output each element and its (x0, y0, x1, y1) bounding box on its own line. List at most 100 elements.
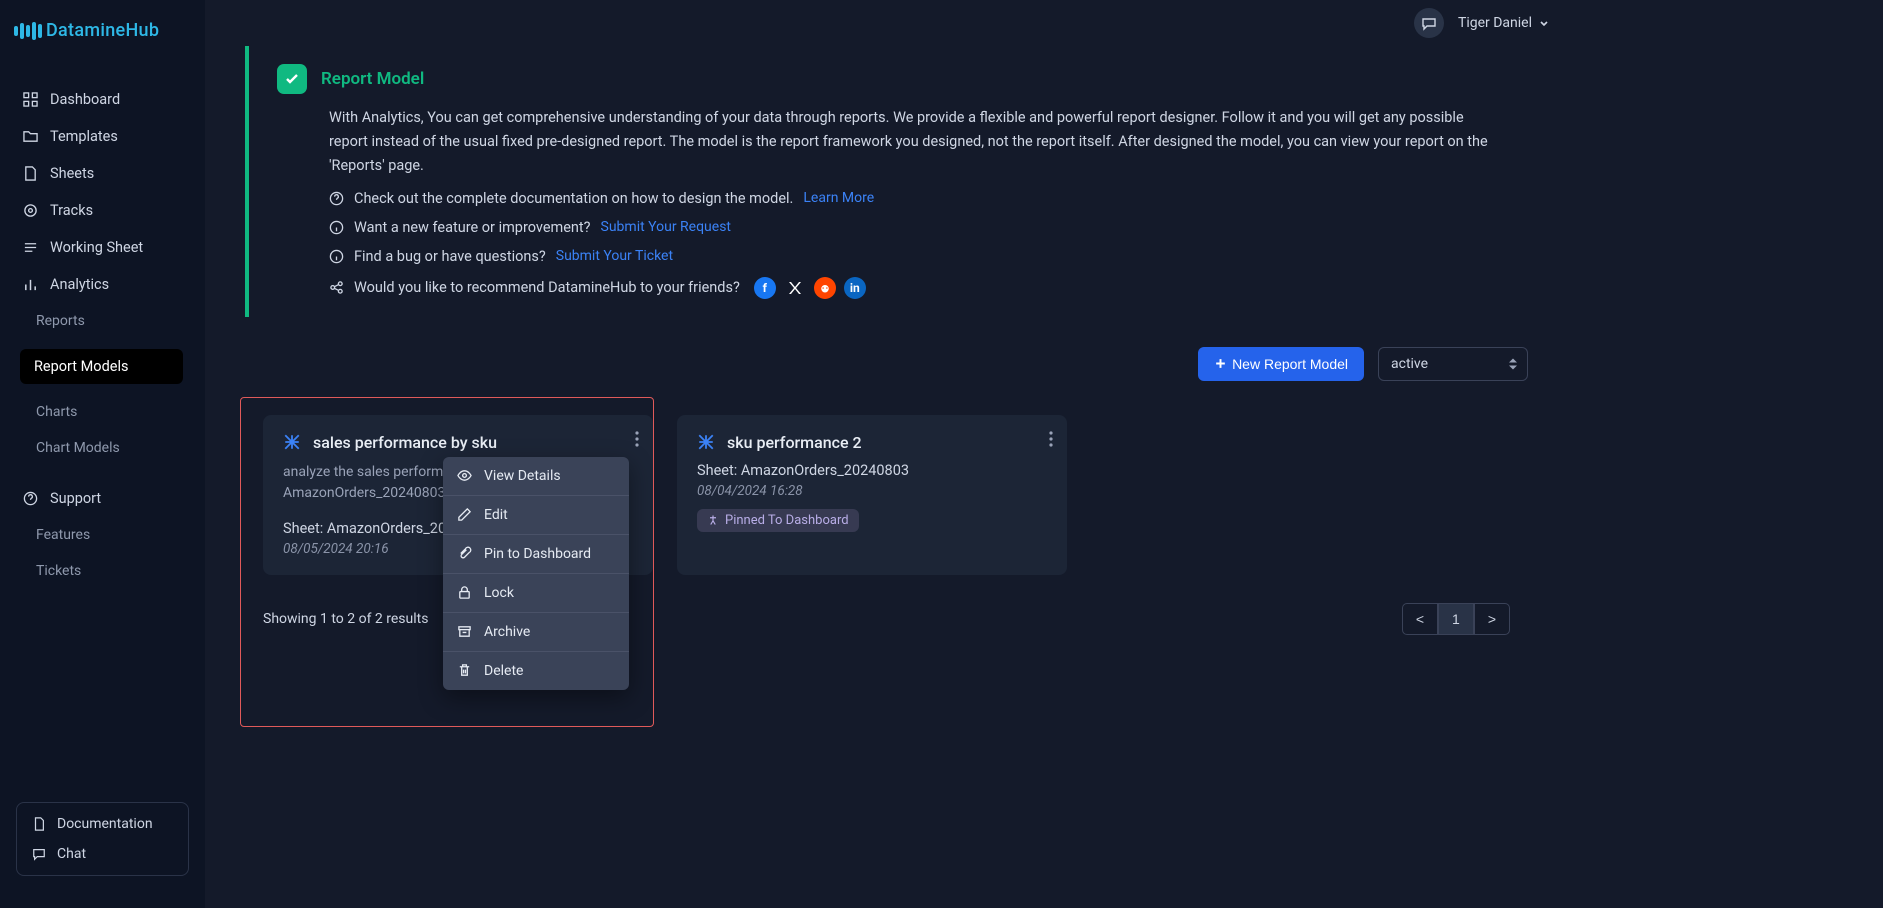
learn-more-link[interactable]: Learn More (803, 190, 874, 206)
social-row: Would you like to recommend DatamineHub … (329, 277, 1500, 299)
card-title: sales performance by sku (313, 433, 497, 452)
results-text: Showing 1 to 2 of 2 results (263, 611, 428, 627)
card-title: sku performance 2 (727, 433, 862, 452)
header: Tiger Daniel (205, 0, 1568, 46)
logo[interactable]: DatamineHub (0, 12, 205, 81)
sidebar-item-features[interactable]: Features (0, 517, 205, 553)
select-caret-icon (1509, 358, 1517, 369)
context-label: Pin to Dashboard (484, 546, 591, 562)
badge-label: Pinned To Dashboard (725, 513, 849, 528)
sidebar-item-templates[interactable]: Templates (0, 118, 205, 155)
nav-label: Working Sheet (50, 239, 143, 256)
context-label: Archive (484, 624, 530, 640)
info-description: With Analytics, You can get comprehensiv… (329, 106, 1500, 178)
context-pin[interactable]: Pin to Dashboard (443, 535, 629, 574)
chat-bubble-button[interactable] (1414, 8, 1444, 38)
submit-ticket-link[interactable]: Submit Your Ticket (556, 248, 673, 264)
chat-bubble-icon (1421, 15, 1437, 31)
context-delete[interactable]: Delete (443, 652, 629, 690)
new-report-model-button[interactable]: New Report Model (1198, 347, 1364, 381)
nav-label: Tickets (36, 563, 81, 579)
nav-label: Sheets (50, 165, 94, 182)
nav-label: Reports (36, 313, 85, 329)
sidebar-item-tickets[interactable]: Tickets (0, 553, 205, 589)
nav-label: Charts (36, 404, 77, 420)
sidebar-item-report-models[interactable]: Report Models (20, 349, 183, 384)
bottom-links: Documentation Chat (16, 802, 189, 876)
linkedin-icon[interactable]: in (844, 277, 866, 299)
documentation-link[interactable]: Documentation (17, 809, 188, 839)
sidebar-item-tracks[interactable]: Tracks (0, 192, 205, 229)
context-edit[interactable]: Edit (443, 496, 629, 535)
check-badge (277, 64, 307, 94)
report-model-card[interactable]: sku performance 2 Sheet: AmazonOrders_20… (677, 415, 1067, 575)
social-text: Would you like to recommend DatamineHub … (354, 279, 740, 296)
context-menu: View Details Edit Pin to Dashboard Lock (443, 457, 629, 690)
sidebar-item-working-sheet[interactable]: Working Sheet (0, 229, 205, 266)
sidebar-item-charts[interactable]: Charts (0, 394, 205, 430)
info-text: Find a bug or have questions? (354, 248, 546, 265)
info-panel: Report Model With Analytics, You can get… (245, 46, 1528, 317)
facebook-icon[interactable]: f (754, 277, 776, 299)
pager-next[interactable]: > (1474, 603, 1510, 635)
chat-link[interactable]: Chat (17, 839, 188, 869)
nav-label: Chart Models (36, 440, 120, 456)
info-title: Report Model (321, 69, 424, 89)
card-menu-button[interactable] (635, 431, 639, 447)
nav-label: Features (36, 527, 90, 543)
design-icon (283, 433, 301, 451)
help-icon (329, 191, 344, 206)
pin-icon (707, 514, 719, 526)
sidebar-item-reports[interactable]: Reports (0, 303, 205, 339)
sidebar-item-support[interactable]: Support (0, 480, 205, 517)
context-archive[interactable]: Archive (443, 613, 629, 652)
pagination: < 1 > (1402, 603, 1510, 635)
info-text: Want a new feature or improvement? (354, 219, 591, 236)
design-icon (697, 433, 715, 451)
nav: Dashboard Templates Sheets Tracks Workin… (0, 81, 205, 802)
logo-icon (14, 22, 42, 40)
cards-area: sales performance by sku analyze the sal… (245, 397, 1528, 635)
status-filter-select[interactable]: active (1378, 347, 1528, 381)
context-lock[interactable]: Lock (443, 574, 629, 613)
nav-label: Report Models (34, 358, 128, 375)
info-text: Check out the complete documentation on … (354, 190, 793, 207)
nav-label: Tracks (50, 202, 93, 219)
user-menu[interactable]: Tiger Daniel (1458, 15, 1550, 31)
submit-request-link[interactable]: Submit Your Request (601, 219, 731, 235)
user-name: Tiger Daniel (1458, 15, 1532, 31)
info-icon (329, 220, 344, 235)
chevron-down-icon (1538, 17, 1550, 29)
chat-icon (31, 846, 47, 862)
pager-prev[interactable]: < (1402, 603, 1438, 635)
select-value: active (1391, 356, 1428, 372)
help-icon (22, 491, 38, 507)
context-label: Edit (484, 507, 508, 523)
logo-text: DatamineHub (46, 20, 159, 41)
pager-page-1[interactable]: 1 (1438, 603, 1474, 635)
nav-label: Templates (50, 128, 118, 145)
sidebar-item-chart-models[interactable]: Chart Models (0, 430, 205, 466)
context-label: Delete (484, 663, 523, 679)
link-label: Documentation (57, 816, 153, 832)
archive-icon (457, 624, 472, 639)
folder-icon (22, 129, 38, 145)
x-twitter-icon[interactable] (784, 277, 806, 299)
info-line-docs: Check out the complete documentation on … (329, 190, 1500, 207)
sidebar-item-analytics[interactable]: Analytics (0, 266, 205, 303)
sidebar-item-report-models-wrap: Report Models (0, 339, 205, 394)
card-menu-button[interactable] (1049, 431, 1053, 447)
button-label: New Report Model (1232, 356, 1348, 372)
reddit-icon[interactable] (814, 277, 836, 299)
share-icon (329, 280, 344, 295)
sidebar-item-sheets[interactable]: Sheets (0, 155, 205, 192)
main: Tiger Daniel Report Model With Analytics… (205, 0, 1568, 908)
info-icon (329, 249, 344, 264)
target-icon (22, 203, 38, 219)
sidebar-item-dashboard[interactable]: Dashboard (0, 81, 205, 118)
info-line-bug: Find a bug or have questions? Submit You… (329, 248, 1500, 265)
trash-icon (457, 663, 472, 678)
context-view-details[interactable]: View Details (443, 457, 629, 496)
file-icon (22, 166, 38, 182)
info-line-feature: Want a new feature or improvement? Submi… (329, 219, 1500, 236)
